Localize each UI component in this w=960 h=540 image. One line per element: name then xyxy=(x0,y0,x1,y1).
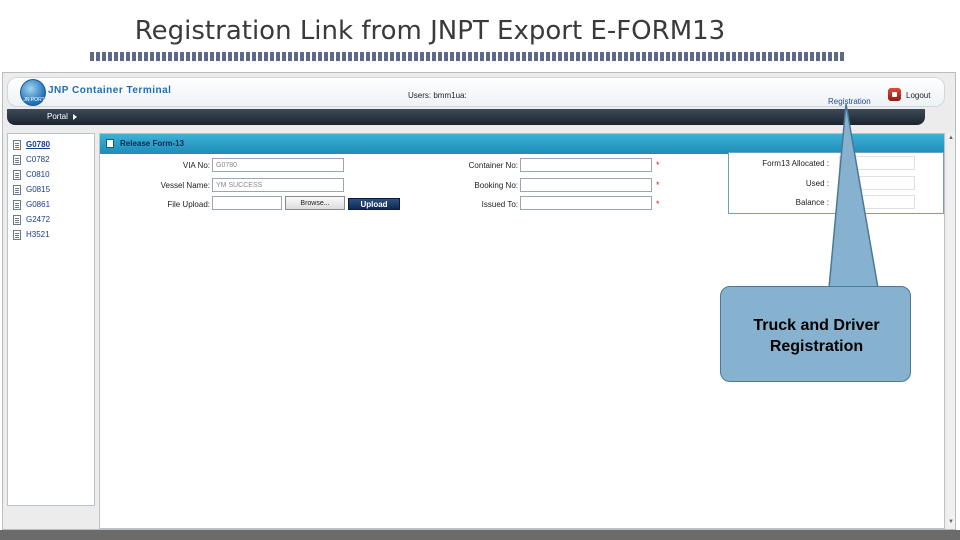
sidebar-item-label: G0780 xyxy=(26,140,51,149)
via-label: VIA No: xyxy=(182,161,210,170)
form13-allocated-label: Form13 Allocated : xyxy=(762,159,829,168)
balance-label: Balance : xyxy=(795,198,829,207)
sidebar-item-label: G2472 xyxy=(26,215,51,224)
scroll-down-icon[interactable]: ▼ xyxy=(948,519,954,525)
required-mark: * xyxy=(656,199,660,209)
callout-line-1: Truck and Driver xyxy=(753,317,880,334)
tab-portal[interactable]: Portal xyxy=(7,109,87,125)
issued-to-label: Issued To: xyxy=(481,200,518,209)
sidebar-item-label: C0810 xyxy=(26,170,50,179)
container-label: Container No: xyxy=(468,161,518,170)
callout-text: Truck and Driver Registration xyxy=(721,315,912,357)
callout-line-2: Registration xyxy=(769,338,864,355)
vessel-label: Vessel Name: xyxy=(160,181,210,190)
panel-title: Release Form-13 xyxy=(120,139,185,148)
issued-to-input[interactable] xyxy=(520,196,652,210)
sidebar: G0780 C0782 C0810 G0815 G0861 G2472 H352… xyxy=(7,133,95,506)
app-name: JNP Container Terminal xyxy=(48,85,172,96)
sidebar-item[interactable]: C0810 xyxy=(8,168,94,182)
required-mark: * xyxy=(656,160,660,170)
used-value xyxy=(839,176,915,190)
vessel-input[interactable] xyxy=(212,178,344,192)
sidebar-item-label: G0861 xyxy=(26,200,51,209)
app-header: JN PORT JNP Container Terminal Users: bm… xyxy=(7,77,945,107)
sidebar-item-label: G0815 xyxy=(26,185,51,194)
document-icon xyxy=(13,170,21,180)
scroll-up-icon[interactable]: ▲ xyxy=(948,135,954,141)
taskbar xyxy=(0,530,960,540)
registration-callout: Truck and Driver Registration xyxy=(720,286,911,382)
form-icon xyxy=(106,139,114,148)
document-icon xyxy=(13,200,21,210)
browse-button[interactable]: Browse... xyxy=(285,196,345,210)
booking-input[interactable] xyxy=(520,178,652,192)
via-input[interactable] xyxy=(212,158,344,172)
document-icon xyxy=(13,155,21,165)
document-icon xyxy=(13,215,21,225)
file-upload-label: File Upload: xyxy=(167,200,210,209)
nav-bar: Portal xyxy=(7,109,925,125)
registration-link[interactable]: Registration xyxy=(828,97,871,106)
required-mark: * xyxy=(656,180,660,190)
sidebar-item[interactable]: G0861 xyxy=(8,198,94,212)
title-divider xyxy=(90,52,846,61)
sidebar-item[interactable]: G2472 xyxy=(8,213,94,227)
used-label: Used : xyxy=(805,179,829,188)
allocated-value xyxy=(839,156,915,170)
upload-button[interactable]: Upload xyxy=(348,198,400,210)
slide-title: Registration Link from JNPT Export E-FOR… xyxy=(134,16,726,46)
lock-icon[interactable] xyxy=(888,88,901,101)
sidebar-item-label: H3521 xyxy=(26,230,50,239)
vertical-scrollbar[interactable]: ▲ ▼ xyxy=(947,133,955,529)
sidebar-item-label: C0782 xyxy=(26,155,50,164)
port-logo-icon: JN PORT xyxy=(20,79,46,106)
booking-label: Booking No: xyxy=(474,181,518,190)
sidebar-item[interactable]: G0815 xyxy=(8,183,94,197)
document-icon xyxy=(13,230,21,240)
allocation-summary: Form13 Allocated : Used : Balance : xyxy=(728,152,944,214)
sidebar-item[interactable]: H3521 xyxy=(8,228,94,242)
panel-header: Release Form-13 xyxy=(100,134,944,154)
logo-text: JN PORT xyxy=(23,97,45,103)
balance-value xyxy=(839,195,915,209)
file-path-input[interactable] xyxy=(212,196,282,210)
sidebar-item[interactable]: G0780 xyxy=(8,138,94,152)
users-label: Users: bmm1ua: xyxy=(408,91,467,100)
sidebar-item[interactable]: C0782 xyxy=(8,153,94,167)
logout-link[interactable]: Logout xyxy=(906,91,930,100)
document-icon xyxy=(13,185,21,195)
container-input[interactable] xyxy=(520,158,652,172)
document-icon xyxy=(13,140,21,150)
